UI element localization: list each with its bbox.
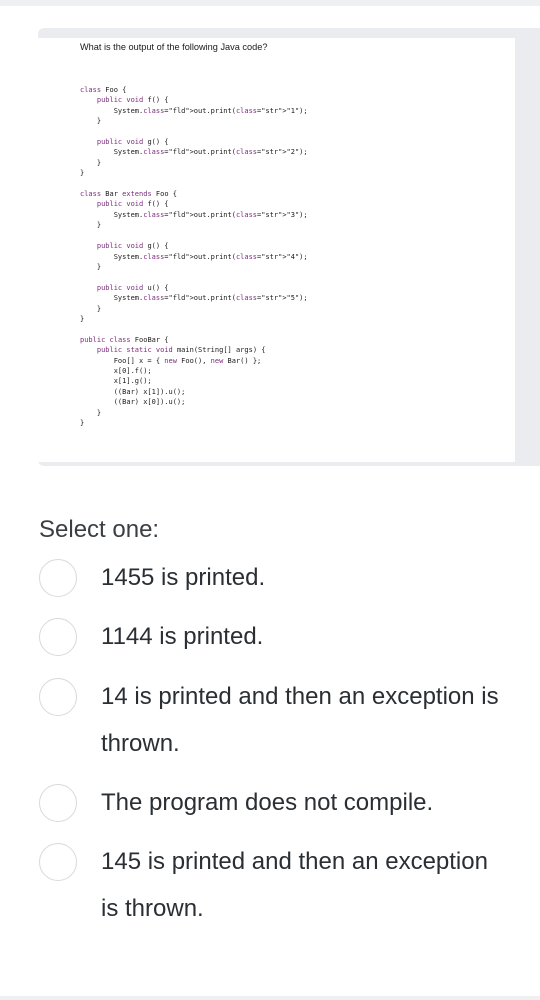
option-5-line1: 145 is printed and then an exception [101,848,488,875]
code-line: } [80,314,85,323]
code-line: } [96,304,102,313]
code-line: System.class="fld">out.print(class="str"… [80,106,308,115]
code-line: public void f() { [96,96,169,105]
option-2-radio[interactable] [39,618,77,656]
code-line: ((Bar) x[1]).u(); [113,387,186,396]
code-line: } [80,419,85,427]
code-line: public void u() { [96,283,169,292]
option-1-label[interactable]: 1455 is printed. [101,554,265,601]
option-3-line2: thrown. [101,730,180,757]
option-5-label[interactable]: 145 is printed and then an exception is … [101,838,488,932]
question-text: What is the output of the following Java… [80,42,268,52]
code-line: } [96,408,102,417]
code-line: x[0].f(); [113,366,152,375]
code-block: class Foo { public void f() { System.cla… [80,85,308,428]
option-5-line2: is thrown. [101,895,204,922]
top-bar [0,0,540,6]
code-line: System.class="fld">out.print(class="str"… [80,252,308,261]
code-line: ((Bar) x[0]).u(); [113,398,186,407]
code-line: System.class="fld">out.print(class="str"… [80,148,308,157]
code-line: public void f() { [96,200,169,209]
option-3-radio[interactable] [39,678,77,716]
code-line: } [80,169,85,178]
code-line: } [96,158,102,167]
code-line: System.class="fld">out.print(class="str"… [80,294,308,303]
question-content: What is the output of the following Java… [38,38,515,462]
bottom-bar [0,996,540,1000]
option-4-radio[interactable] [39,784,77,822]
code-line: } [96,117,102,126]
option-3-line1: 14 is printed and then an exception is [101,683,499,710]
code-line: public void g() { [96,242,169,251]
option-2-line1: 1144 is printed. [101,623,264,650]
option-4-label[interactable]: The program does not compile. [101,779,433,826]
code-line: x[1].g(); [113,377,152,386]
option-2-label[interactable]: 1144 is printed. [101,613,263,660]
option-3-label[interactable]: 14 is printed and then an exception is t… [101,673,499,767]
code-line: Foo[] x = { new Foo(), new Bar() }; [80,356,262,365]
code-line: public static void main(String[] args) { [96,346,266,355]
select-one-label: Select one: [39,516,160,543]
code-line: public void g() { [96,138,169,147]
code-line: } [96,262,102,271]
option-4-line1: The program does not compile. [101,789,434,816]
question-card: What is the output of the following Java… [38,28,540,466]
code-line: public class FooBar { [80,335,169,344]
option-1-radio[interactable] [39,559,77,597]
code-line: System.class="fld">out.print(class="str"… [80,210,308,219]
code-line: } [96,221,102,230]
option-5-radio[interactable] [39,843,77,881]
option-1-line1: 1455 is printed. [101,564,266,591]
code-line: class Bar extends Foo { [80,190,177,199]
code-line: class Foo { [80,86,127,94]
